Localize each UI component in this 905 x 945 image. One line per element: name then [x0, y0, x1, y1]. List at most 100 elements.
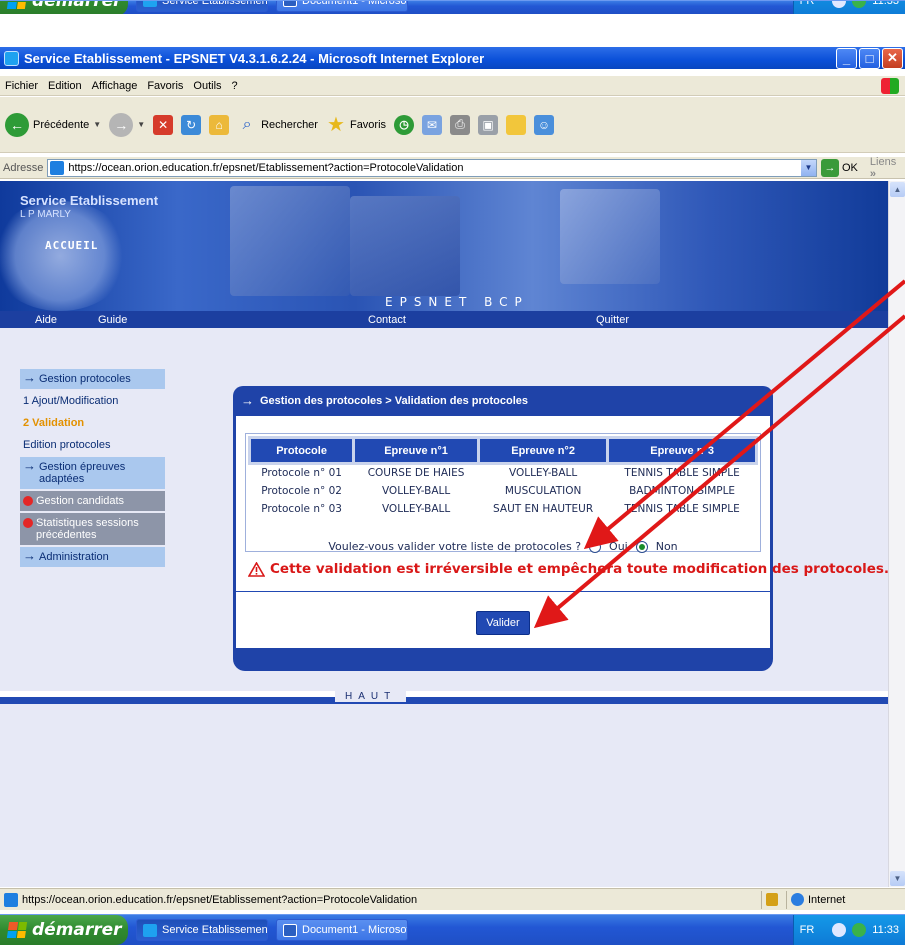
column-header: Epreuve n°1	[352, 436, 480, 465]
nav-guide[interactable]: Guide	[98, 314, 127, 326]
ie-icon	[143, 1, 157, 7]
protocol-table: Protocole Epreuve n°1 Epreuve n°2 Epreuv…	[247, 436, 758, 518]
address-input[interactable]: https://ocean.orion.education.fr/epsnet/…	[47, 158, 817, 177]
haut-link[interactable]: HAUT	[335, 691, 407, 702]
back-button[interactable]: ← Précédente ▼	[5, 112, 101, 137]
go-button[interactable]: → OK	[821, 158, 858, 177]
start-button[interactable]: démarrer	[0, 915, 128, 945]
edit-icon[interactable]: ▣	[478, 114, 499, 135]
status-bar: https://ocean.orion.education.fr/epsnet/…	[0, 888, 905, 910]
taskbar-item-ie[interactable]: Service Etablissement...	[136, 1, 268, 12]
back-arrow-icon: ←	[5, 112, 29, 137]
warning-icon	[248, 561, 265, 577]
sidebar-item-gestion-candidats: Gestion candidats	[20, 491, 165, 511]
windows-logo-icon	[6, 922, 28, 938]
menu-affichage[interactable]: Affichage	[92, 80, 138, 92]
lock-icon	[766, 893, 778, 906]
valider-button[interactable]: Valider	[476, 611, 530, 635]
search-icon: ⌕	[242, 115, 252, 133]
window-titlebar[interactable]: Service Etablissement - EPSNET V4.3.1.6.…	[0, 47, 905, 69]
start-button[interactable]: démarrer	[0, 1, 128, 14]
volume-icon[interactable]	[852, 1, 867, 8]
table-row: Protocole n° 01 COURSE DE HAIES VOLLEY-B…	[261, 467, 740, 480]
ie-icon	[143, 923, 157, 937]
sidebar-item-administration[interactable]: → Administration	[20, 547, 165, 567]
banner-photo-athlete	[560, 189, 660, 284]
scroll-up-icon[interactable]: ▲	[890, 182, 905, 197]
clock: 11:33	[872, 924, 899, 936]
column-header: Protocole	[247, 436, 356, 465]
warning-message: Cette validation est irréversible et emp…	[248, 561, 888, 577]
scroll-down-icon[interactable]: ▼	[890, 871, 905, 886]
menu-favoris[interactable]: Favoris	[147, 80, 183, 92]
panel-header: → Gestion des protocoles > Validation de…	[233, 386, 773, 416]
minimize-button[interactable]: _	[836, 47, 857, 69]
table-row: Protocole n° 02 VOLLEY-BALL MUSCULATION …	[261, 484, 736, 497]
address-dropdown-icon[interactable]: ▼	[801, 159, 816, 176]
menu-edition[interactable]: Edition	[48, 80, 82, 92]
nav-contact[interactable]: Contact	[368, 314, 406, 326]
messenger-icon[interactable]: ☺	[534, 114, 555, 135]
menu-help[interactable]: ?	[232, 80, 238, 92]
radio-non[interactable]	[635, 540, 648, 553]
footer-bar	[0, 691, 888, 704]
close-button[interactable]: ✕	[882, 47, 903, 69]
search-button[interactable]: ⌕ Rechercher	[237, 115, 318, 135]
taskbar-item-word[interactable]: Document1 - Microsof...	[276, 1, 408, 12]
links-button[interactable]: Liens »	[870, 156, 905, 180]
forward-arrow-icon: →	[109, 112, 134, 137]
sidebar-item-ajout[interactable]: 1 Ajout/Modification	[20, 391, 165, 411]
refresh-icon[interactable]: ↻	[181, 114, 202, 135]
forward-button[interactable]: → ▼	[109, 112, 145, 137]
windows-logo-icon	[6, 1, 27, 9]
column-header: Epreuve n°2	[476, 436, 610, 465]
go-arrow-icon: →	[821, 158, 839, 177]
radio-oui[interactable]	[589, 540, 602, 553]
site-banner: Service Etablissement L P MARLY ACCUEIL …	[0, 181, 888, 311]
taskbar-item-ie[interactable]: Service Etablissement...	[136, 919, 268, 941]
maximize-button[interactable]: □	[859, 47, 880, 69]
site-subtitle: L P MARLY	[20, 209, 71, 220]
stop-icon[interactable]: ✕	[153, 114, 174, 135]
star-icon: ★	[327, 114, 345, 136]
home-icon[interactable]: ⌂	[209, 114, 230, 135]
network-icon[interactable]	[832, 1, 847, 8]
nav-quitter[interactable]: Quitter	[596, 314, 629, 326]
vertical-scrollbar[interactable]: ▲ ▼	[888, 181, 905, 887]
page-viewport: Service Etablissement L P MARLY ACCUEIL …	[0, 181, 888, 887]
accueil-button[interactable]: ACCUEIL	[45, 239, 98, 252]
network-icon[interactable]	[832, 923, 847, 937]
favorites-button[interactable]: ★ Favoris	[326, 114, 386, 136]
validation-question: Voulez-vous valider votre liste de proto…	[328, 540, 678, 553]
word-icon	[283, 1, 297, 7]
history-icon[interactable]: ◷	[394, 114, 415, 135]
volume-icon[interactable]	[852, 923, 867, 937]
panel-divider	[236, 591, 770, 592]
status-url: https://ocean.orion.education.fr/epsnet/…	[22, 893, 418, 906]
mail-icon[interactable]: ✉	[422, 114, 443, 135]
brand-label: EPSNET BCP	[385, 295, 529, 309]
sidebar-item-validation[interactable]: 2 Validation	[20, 413, 165, 433]
sidebar-item-gestion-epreuves[interactable]: → Gestion épreuves adaptées	[20, 457, 165, 489]
nav-aide[interactable]: Aide	[35, 314, 57, 326]
menu-outils[interactable]: Outils	[193, 80, 221, 92]
arrow-right-icon: →	[23, 458, 36, 473]
folder-icon[interactable]	[506, 114, 527, 135]
system-tray: FR 11:33	[792, 915, 905, 945]
taskbar-top: démarrer Service Etablissement... Docume…	[0, 0, 905, 14]
windows-throbber-icon	[881, 77, 899, 94]
browser-toolbar: ← Précédente ▼ → ▼ ✕ ↻ ⌂ ⌕ Rechercher ★ Fa…	[0, 97, 905, 153]
menu-bar: Fichier Edition Affichage Favoris Outils…	[0, 76, 905, 96]
arrow-right-icon: →	[23, 370, 36, 385]
taskbar-item-word[interactable]: Document1 - Microsof...	[276, 919, 408, 941]
arrow-right-icon: →	[23, 548, 36, 563]
sidebar-item-edition[interactable]: Edition protocoles	[20, 435, 165, 455]
sidebar-item-gestion-protocoles[interactable]: → Gestion protocoles	[20, 369, 165, 389]
sidebar: → Gestion protocoles 1 Ajout/Modification…	[20, 369, 165, 569]
arrow-right-icon: →	[241, 393, 254, 408]
address-bar: Adresse https://ocean.orion.education.fr…	[0, 156, 905, 180]
column-header: Epreuve n°3	[606, 436, 758, 465]
print-icon[interactable]: ⎙	[450, 114, 471, 135]
menu-fichier[interactable]: Fichier	[5, 80, 38, 92]
window-title: Service Etablissement - EPSNET V4.3.1.6.…	[24, 50, 485, 66]
